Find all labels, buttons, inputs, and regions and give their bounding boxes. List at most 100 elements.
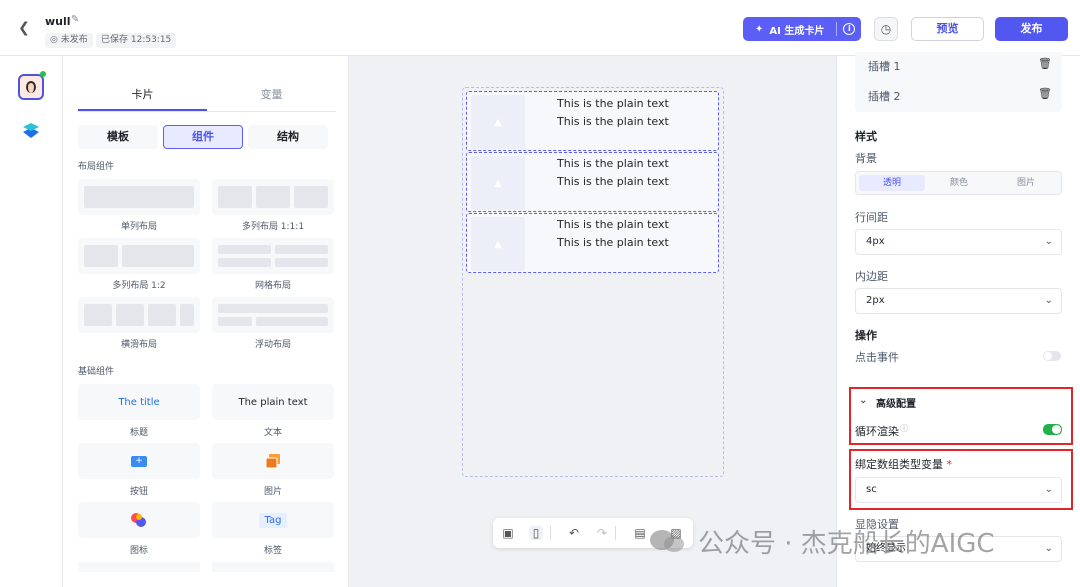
required-mark: * <box>946 458 953 471</box>
slot-item[interactable]: 插槽 1 <box>868 58 901 74</box>
item-text: This is the plain text <box>557 236 669 249</box>
background-segmented-control: 透明 颜色 图片 <box>855 171 1062 195</box>
trash-icon[interactable]: 🗑 <box>1038 87 1052 100</box>
padding-select[interactable]: 2px ⌄ <box>855 288 1062 314</box>
layout-label: 浮动布局 <box>254 340 291 350</box>
tab-variables[interactable]: 变量 <box>207 86 336 102</box>
divider <box>550 526 551 540</box>
publish-status-badge: ◎ 未发布 <box>45 33 93 48</box>
layout-section-title: 布局组件 <box>78 162 115 172</box>
preview-button[interactable]: 预览 <box>911 17 984 41</box>
publish-button[interactable]: 发布 <box>995 17 1068 41</box>
style-heading: 样式 <box>855 130 877 143</box>
background-label: 背景 <box>855 152 877 165</box>
ai-button-label: AI 生成卡片 <box>769 25 825 37</box>
item-text: This is the plain text <box>557 175 669 188</box>
item-text: This is the plain text <box>557 218 669 231</box>
image-icon <box>265 454 280 469</box>
back-arrow-icon[interactable]: ❮ <box>16 20 32 36</box>
edit-icon[interactable]: ✎ <box>71 14 83 26</box>
info-icon[interactable]: i <box>843 23 856 35</box>
tag-component-tile[interactable]: Tag <box>212 502 334 538</box>
layout-label: 单列布局 <box>120 222 157 232</box>
segment-components[interactable]: 组件 <box>163 125 243 149</box>
tab-divider <box>78 111 336 112</box>
line-gap-select[interactable]: 4px ⌄ <box>855 229 1062 255</box>
layout-label: 多列布局 1:1:1 <box>241 222 305 232</box>
component-label: 图标 <box>129 546 148 556</box>
title-component-tile[interactable]: The title <box>78 384 200 420</box>
bind-variable-select[interactable]: sc ⌄ <box>855 477 1062 503</box>
bg-option-image[interactable]: 图片 <box>993 175 1059 191</box>
shapes-icon <box>131 513 146 527</box>
info-icon[interactable]: ⓘ <box>900 423 908 434</box>
padding-label: 内边距 <box>855 270 888 283</box>
button-icon: + <box>131 455 147 467</box>
three-column-layout-tile[interactable] <box>212 179 334 215</box>
wechat-logo-icon <box>650 530 684 552</box>
list-item[interactable]: ▲ This is the plain text This is the pla… <box>466 91 719 151</box>
horizontal-scroll-layout-tile[interactable] <box>78 297 200 333</box>
app-logo-icon[interactable] <box>20 118 42 140</box>
image-icon: ▲ <box>494 238 502 250</box>
list-item[interactable]: ▲ This is the plain text This is the pla… <box>466 213 719 273</box>
ai-generate-card-button[interactable]: ✦ AI 生成卡片 i <box>743 17 861 41</box>
image-icon: ▲ <box>494 116 502 128</box>
component-label: 标签 <box>263 546 282 556</box>
watermark-text: 公众号 · 杰克船长的AIGC <box>698 529 995 559</box>
image-placeholder: ▲ <box>471 95 525 149</box>
segment-templates[interactable]: 模板 <box>78 125 158 149</box>
single-column-layout-tile[interactable] <box>78 179 200 215</box>
list-item[interactable]: ▲ This is the plain text This is the pla… <box>466 152 719 212</box>
item-text: This is the plain text <box>557 157 669 170</box>
document-icon[interactable]: ▤ <box>633 526 647 540</box>
basic-section-title: 基础组件 <box>78 367 115 377</box>
operations-heading: 操作 <box>855 329 877 342</box>
chevron-down-icon: ⌄ <box>1044 236 1053 247</box>
tag-preview: Tag <box>258 512 288 528</box>
divider <box>836 22 838 36</box>
float-layout-tile[interactable] <box>212 297 334 333</box>
two-column-layout-tile[interactable] <box>78 238 200 274</box>
advanced-config-heading[interactable]: 高级配置 <box>876 395 916 410</box>
image-component-tile[interactable] <box>212 443 334 479</box>
layout-label: 横滑布局 <box>120 340 157 350</box>
history-button[interactable]: ◷ <box>874 17 898 41</box>
component-label: 文本 <box>263 428 282 438</box>
chevron-down-icon: ⌄ <box>1044 484 1053 495</box>
divider <box>615 526 616 540</box>
desktop-icon[interactable]: ▣ <box>501 526 515 540</box>
card-title: wull <box>45 15 71 28</box>
component-tile-partial <box>212 562 334 572</box>
layout-label: 网格布局 <box>254 281 291 291</box>
bg-option-transparent[interactable]: 透明 <box>859 175 925 191</box>
avatar[interactable] <box>18 74 44 100</box>
line-gap-label: 行间距 <box>855 211 888 224</box>
status-text: 未发布 <box>60 35 88 45</box>
mobile-icon[interactable]: ▯ <box>529 526 543 540</box>
avatar-face <box>26 81 36 93</box>
bind-variable-value: sc <box>866 484 877 495</box>
undo-icon[interactable]: ↶ <box>567 526 581 540</box>
padding-value: 2px <box>866 295 885 306</box>
button-component-tile[interactable]: + <box>78 443 200 479</box>
online-indicator <box>40 71 46 77</box>
slot-item[interactable]: 插槽 2 <box>868 88 901 104</box>
segment-structure[interactable]: 结构 <box>248 125 328 149</box>
tab-active-indicator <box>78 109 207 111</box>
tab-card[interactable]: 卡片 <box>78 86 207 102</box>
grid-layout-tile[interactable] <box>212 238 334 274</box>
redo-icon[interactable]: ↷ <box>595 526 609 540</box>
trash-icon[interactable]: 🗑 <box>1038 57 1052 70</box>
loop-render-label: 循环渲染 <box>855 425 899 438</box>
icon-component-tile[interactable] <box>78 502 200 538</box>
item-text: This is the plain text <box>557 115 669 128</box>
image-icon: ▲ <box>494 177 502 189</box>
layout-label: 多列布局 1:2 <box>112 281 166 291</box>
click-event-toggle[interactable] <box>1043 351 1061 361</box>
bg-option-color[interactable]: 颜色 <box>926 175 992 191</box>
component-tile-partial <box>78 562 200 572</box>
text-component-tile[interactable]: The plain text <box>212 384 334 420</box>
loop-render-toggle[interactable] <box>1043 424 1062 435</box>
chevron-down-icon[interactable]: ⌄ <box>859 395 867 406</box>
